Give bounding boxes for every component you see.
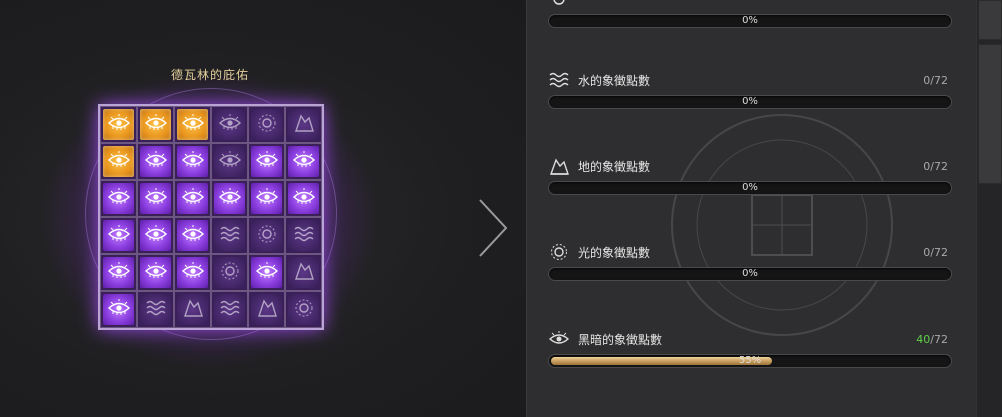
stat-row-top: 0% <box>548 0 952 28</box>
dark-icon <box>292 185 316 213</box>
board-cell[interactable] <box>285 291 322 328</box>
board-cell[interactable] <box>137 180 174 217</box>
dark-icon <box>218 185 242 213</box>
progress-bar: 0% <box>548 14 952 28</box>
board-cell[interactable] <box>285 217 322 254</box>
decorative-emblem <box>671 114 893 336</box>
light-icon <box>218 259 242 287</box>
earth-icon <box>255 296 279 324</box>
water-icon <box>144 296 168 324</box>
dark-icon <box>218 148 242 176</box>
dark-icon <box>181 111 205 139</box>
stat-row-water: 水的象徵點數 0/72 0% <box>548 69 952 109</box>
progress-bar: 0% <box>548 181 952 195</box>
water-icon <box>218 296 242 324</box>
board-panel: 德瓦林的庇佑 <box>0 0 526 417</box>
board-cell[interactable] <box>174 254 211 291</box>
progress-bar: 0% <box>548 267 952 281</box>
stat-row-dark: 黑暗的象徵點數 40/72 55% <box>548 328 952 368</box>
earth-icon <box>292 259 316 287</box>
board-cell[interactable] <box>174 143 211 180</box>
board-cell[interactable] <box>248 106 285 143</box>
board-cell[interactable] <box>100 143 137 180</box>
board-cell[interactable] <box>174 180 211 217</box>
board-cell[interactable] <box>137 217 174 254</box>
chevron-right-icon[interactable] <box>472 196 512 260</box>
dark-icon <box>107 185 131 213</box>
dark-icon <box>255 259 279 287</box>
progress-bar: 55% <box>548 354 952 368</box>
dark-icon <box>107 259 131 287</box>
dark-icon <box>107 148 131 176</box>
light-icon <box>548 0 570 9</box>
earth-icon <box>292 111 316 139</box>
board-cell[interactable] <box>285 143 322 180</box>
board-cell[interactable] <box>137 106 174 143</box>
board-cell[interactable] <box>285 254 322 291</box>
board-cell[interactable] <box>137 254 174 291</box>
board-cell[interactable] <box>100 254 137 291</box>
light-icon <box>292 296 316 324</box>
board-cell[interactable] <box>100 291 137 328</box>
board-cell[interactable] <box>211 291 248 328</box>
board-cell[interactable] <box>248 217 285 254</box>
dark-icon <box>144 148 168 176</box>
board-cell[interactable] <box>211 143 248 180</box>
light-icon <box>548 242 570 262</box>
dark-icon <box>144 222 168 250</box>
board-cell[interactable] <box>285 180 322 217</box>
water-icon <box>292 222 316 250</box>
board-cell[interactable] <box>211 254 248 291</box>
dark-icon <box>144 259 168 287</box>
board-cell[interactable] <box>137 143 174 180</box>
dark-icon <box>181 259 205 287</box>
board-title: 德瓦林的庇佑 <box>170 68 249 82</box>
dark-icon <box>218 111 242 139</box>
board-cell[interactable] <box>174 217 211 254</box>
water-icon <box>548 70 570 90</box>
board-cell[interactable] <box>248 143 285 180</box>
earth-icon <box>548 156 570 176</box>
dark-icon <box>181 222 205 250</box>
board-cell[interactable] <box>174 291 211 328</box>
stat-row-earth: 地的象徵點數 0/72 0% <box>548 155 952 195</box>
dark-icon <box>292 148 316 176</box>
light-icon <box>255 111 279 139</box>
board-cell[interactable] <box>137 291 174 328</box>
dark-icon <box>255 185 279 213</box>
dark-icon <box>144 185 168 213</box>
board-cell[interactable] <box>100 106 137 143</box>
board-cell[interactable] <box>248 254 285 291</box>
light-icon <box>255 222 279 250</box>
dark-icon <box>181 185 205 213</box>
board-cell[interactable] <box>174 106 211 143</box>
scrollbar-thumb[interactable] <box>978 44 1002 184</box>
dark-icon <box>107 222 131 250</box>
dark-icon <box>181 148 205 176</box>
dark-icon <box>548 329 570 349</box>
progress-bar: 0% <box>548 95 952 109</box>
board-cell[interactable] <box>285 106 322 143</box>
water-icon <box>218 222 242 250</box>
board-cell[interactable] <box>100 217 137 254</box>
symbol-board <box>98 104 324 330</box>
board-cell[interactable] <box>100 180 137 217</box>
dark-icon <box>144 111 168 139</box>
board-cell[interactable] <box>211 180 248 217</box>
stat-row-light: 光的象徵點數 0/72 0% <box>548 241 952 281</box>
dark-icon <box>107 111 131 139</box>
dark-icon <box>107 296 131 324</box>
board-cell[interactable] <box>211 106 248 143</box>
board-cell[interactable] <box>248 291 285 328</box>
scrollbar-segment[interactable] <box>978 0 1002 40</box>
earth-icon <box>181 296 205 324</box>
dark-icon <box>255 148 279 176</box>
board-cell[interactable] <box>211 217 248 254</box>
board-cell[interactable] <box>248 180 285 217</box>
